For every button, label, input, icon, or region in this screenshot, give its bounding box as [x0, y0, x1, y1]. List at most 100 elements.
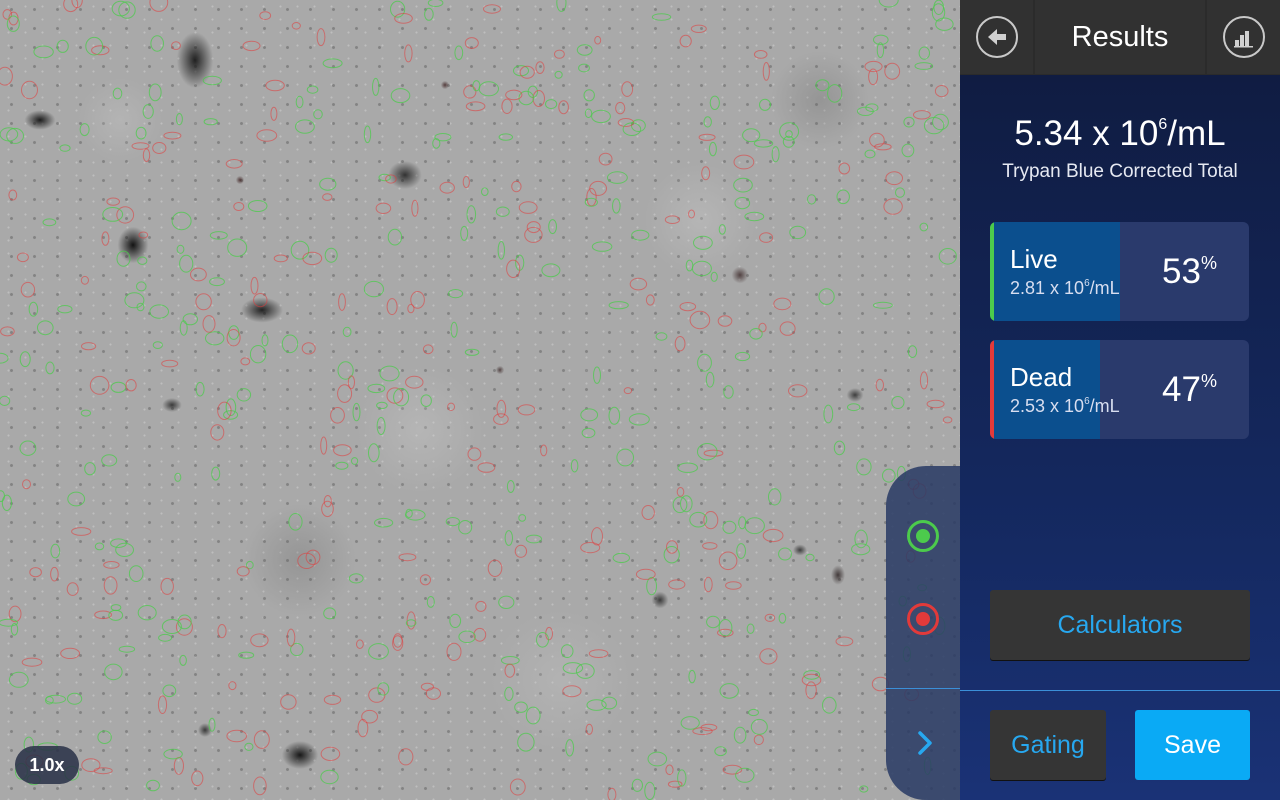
live-cell-outline: [104, 663, 123, 681]
cell-image-view[interactable]: 1.0x: [0, 0, 960, 800]
gating-button[interactable]: Gating: [990, 710, 1106, 780]
live-cell-outline: [504, 530, 513, 546]
live-cell-outline: [110, 381, 127, 393]
live-cell-outline: [517, 732, 535, 752]
live-cell-outline: [601, 696, 618, 710]
dead-cell-outline: [265, 79, 285, 92]
dead-cell-outline: [679, 34, 692, 48]
live-cell-outline: [295, 95, 304, 109]
dead-cell-outline: [63, 0, 79, 13]
chart-view-button[interactable]: [1207, 0, 1280, 74]
live-cell-outline: [115, 542, 134, 558]
dead-cell-outline: [202, 315, 216, 333]
live-cell-outline: [464, 348, 480, 356]
dead-cell-outline: [588, 649, 609, 658]
dead-cell-outline: [250, 633, 269, 648]
live-cell-outline: [734, 351, 751, 362]
dead-cell-outline: [291, 22, 301, 30]
live-cell-outline: [556, 0, 567, 12]
dead-cell-outline: [316, 28, 326, 47]
live-cell-outline: [504, 686, 514, 702]
live-cell-outline: [171, 211, 192, 231]
live-cell-outline: [102, 207, 124, 222]
live-cell-outline: [466, 205, 477, 224]
live-cell-outline: [203, 118, 218, 126]
live-cell-outline: [631, 778, 644, 792]
dead-cell-outline: [163, 131, 182, 140]
live-cell-outline: [45, 361, 55, 375]
live-cell-outline: [651, 13, 672, 21]
live-cell-outline: [460, 225, 469, 241]
expand-panel-button[interactable]: [910, 728, 940, 758]
live-overlay-toggle[interactable]: [907, 520, 939, 552]
live-cell-outline: [586, 699, 607, 711]
live-cell-outline: [628, 413, 650, 426]
live-cell-outline: [238, 651, 255, 659]
live-cell-outline: [576, 44, 593, 56]
dead-overlay-toggle[interactable]: [907, 603, 939, 635]
dead-dot-icon: [916, 612, 930, 626]
live-cell-outline: [6, 15, 20, 32]
dead-cell-outline: [398, 748, 414, 766]
dead-cell-outline: [838, 162, 851, 175]
live-cell-outline: [718, 224, 726, 235]
dead-cell-outline: [703, 576, 713, 593]
live-cell-outline: [753, 139, 774, 148]
live-cell-outline: [94, 542, 105, 551]
live-cell-outline: [807, 194, 817, 205]
dead-cell-outline: [273, 254, 288, 263]
dead-stat-card[interactable]: Dead 2.53 x 106/mL 47%: [990, 340, 1249, 439]
live-cell-outline: [148, 83, 162, 102]
dead-cell-outline: [386, 298, 398, 316]
live-cell-outline: [363, 280, 384, 298]
dead-cell-outline: [50, 566, 59, 582]
live-cell-outline: [236, 388, 252, 402]
dead-conc-value: 2.53 x 10: [1010, 396, 1085, 416]
live-cell-outline: [110, 604, 122, 612]
back-button[interactable]: [960, 0, 1033, 74]
live-percent-sign: %: [1200, 253, 1217, 273]
live-cell-outline: [607, 171, 628, 184]
dead-cell-outline: [320, 746, 341, 762]
live-cell-outline: [149, 304, 169, 319]
dead-cell-outline: [0, 66, 13, 86]
save-button[interactable]: Save: [1135, 710, 1250, 780]
dead-cell-outline: [320, 436, 328, 455]
dead-cell-outline: [330, 407, 345, 424]
live-cell-outline: [0, 352, 9, 364]
dead-cell-outline: [385, 174, 397, 184]
dead-cell-outline: [762, 62, 770, 81]
dead-cell-outline: [256, 129, 278, 142]
live-cell-outline: [554, 70, 563, 79]
live-cell-outline: [79, 123, 90, 137]
dead-cell-outline: [394, 13, 413, 24]
live-cell-outline: [864, 149, 876, 159]
live-cell-outline: [342, 326, 352, 338]
dead-cell-outline: [233, 202, 245, 211]
dead-cell-outline: [347, 375, 355, 390]
live-cell-outline: [337, 361, 354, 380]
zoom-level-badge[interactable]: 1.0x: [15, 746, 79, 784]
live-cell-outline: [591, 109, 611, 124]
total-unit: /mL: [1167, 114, 1226, 153]
live-cell-outline: [162, 684, 177, 698]
dead-cell-outline: [386, 387, 404, 404]
live-stat-card[interactable]: Live 2.81 x 106/mL 53%: [990, 222, 1249, 321]
live-cell-outline: [28, 301, 39, 317]
dead-cell-outline: [463, 85, 477, 99]
live-cell-outline: [19, 440, 37, 456]
dead-cell-outline: [131, 142, 150, 150]
live-cell-outline: [833, 440, 846, 456]
live-cell-outline: [135, 126, 147, 140]
dead-cell-outline: [635, 568, 656, 580]
dead-cell-outline: [286, 628, 296, 647]
live-cell-outline: [1, 494, 12, 511]
calculators-button[interactable]: Calculators: [990, 590, 1250, 660]
dead-cell-outline: [532, 90, 545, 107]
bar-chart-icon: [1222, 16, 1265, 58]
live-cell-outline: [372, 77, 380, 96]
live-cell-outline: [379, 365, 400, 382]
live-cell-outline: [778, 547, 792, 561]
live-cell-outline: [377, 682, 390, 696]
live-cell-outline: [323, 607, 337, 620]
